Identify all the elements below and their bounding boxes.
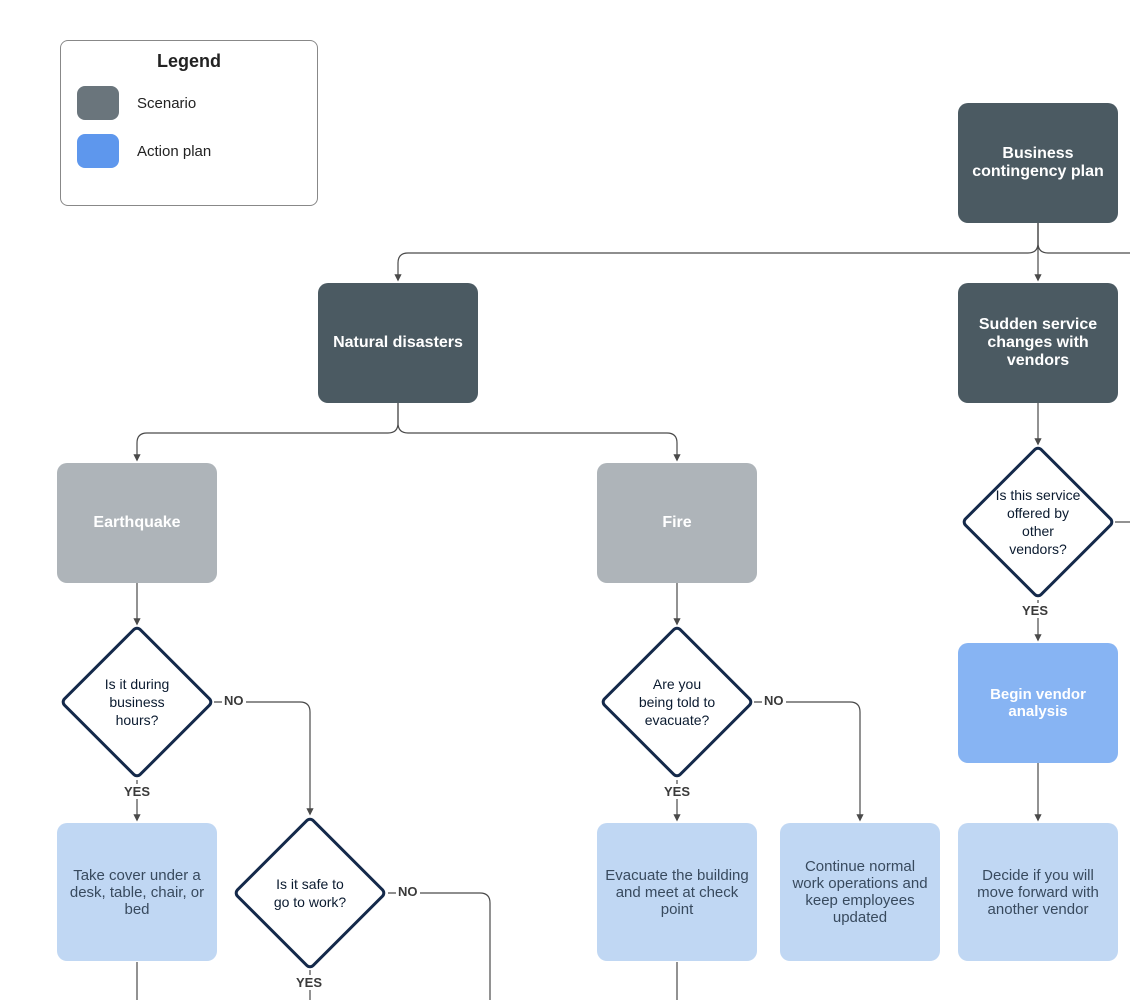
legend-title: Legend: [77, 51, 301, 72]
edge-label-safe-yes: YES: [294, 975, 324, 990]
node-a-cover[interactable]: Take cover under a desk, table, chair, o…: [57, 823, 217, 961]
node-natural-label: Natural disasters: [333, 334, 463, 352]
node-a-decide[interactable]: Decide if you will move forward with ano…: [958, 823, 1118, 961]
node-q-evacuate[interactable]: Are you being told to evacuate?: [622, 647, 732, 757]
legend-label-action: Action plan: [137, 143, 211, 160]
node-earthquake-label: Earthquake: [93, 514, 180, 532]
legend-label-scenario: Scenario: [137, 95, 196, 112]
node-root[interactable]: Business contingency plan: [958, 103, 1118, 223]
node-a-evacuate[interactable]: Evacuate the building and meet at check …: [597, 823, 757, 961]
node-q-service-label: Is this service offered by other vendors…: [983, 486, 1093, 559]
node-a-continue-label: Continue normal work operations and keep…: [788, 858, 932, 926]
node-a-begin[interactable]: Begin vendor analysis: [958, 643, 1118, 763]
node-q-hours-label: Is it during business hours?: [82, 675, 192, 730]
node-a-cover-label: Take cover under a desk, table, chair, o…: [65, 867, 209, 918]
edge-label-safe-no}: NO: [396, 884, 420, 899]
node-vendors-label: Sudden service changes with vendors: [966, 316, 1110, 370]
node-q-safe[interactable]: Is it safe to go to work?: [255, 838, 365, 948]
node-a-begin-label: Begin vendor analysis: [966, 686, 1110, 720]
node-vendors[interactable]: Sudden service changes with vendors: [958, 283, 1118, 403]
node-root-label: Business contingency plan: [966, 145, 1110, 181]
node-earthquake[interactable]: Earthquake: [57, 463, 217, 583]
node-fire-label: Fire: [662, 514, 691, 532]
legend-swatch-scenario: [77, 86, 119, 120]
node-q-service[interactable]: Is this service offered by other vendors…: [983, 467, 1093, 577]
edge-label-evac-no: NO: [762, 693, 786, 708]
node-natural[interactable]: Natural disasters: [318, 283, 478, 403]
node-fire[interactable]: Fire: [597, 463, 757, 583]
node-q-hours[interactable]: Is it during business hours?: [82, 647, 192, 757]
node-q-evacuate-label: Are you being told to evacuate?: [622, 675, 732, 730]
legend-box: Legend Scenario Action plan: [60, 40, 318, 206]
edge-label-evac-yes: YES: [662, 784, 692, 799]
legend-row-action: Action plan: [77, 134, 301, 168]
edge-label-service-yes: YES: [1020, 603, 1050, 618]
node-a-decide-label: Decide if you will move forward with ano…: [966, 867, 1110, 918]
legend-swatch-action: [77, 134, 119, 168]
node-a-continue[interactable]: Continue normal work operations and keep…: [780, 823, 940, 961]
legend-row-scenario: Scenario: [77, 86, 301, 120]
diagram-canvas: Legend Scenario Action plan: [0, 0, 1130, 1000]
node-q-safe-label: Is it safe to go to work?: [255, 875, 365, 911]
edge-label-hours-no: NO: [222, 693, 246, 708]
edge-label-hours-yes: YES: [122, 784, 152, 799]
node-a-evacuate-label: Evacuate the building and meet at check …: [605, 867, 749, 918]
